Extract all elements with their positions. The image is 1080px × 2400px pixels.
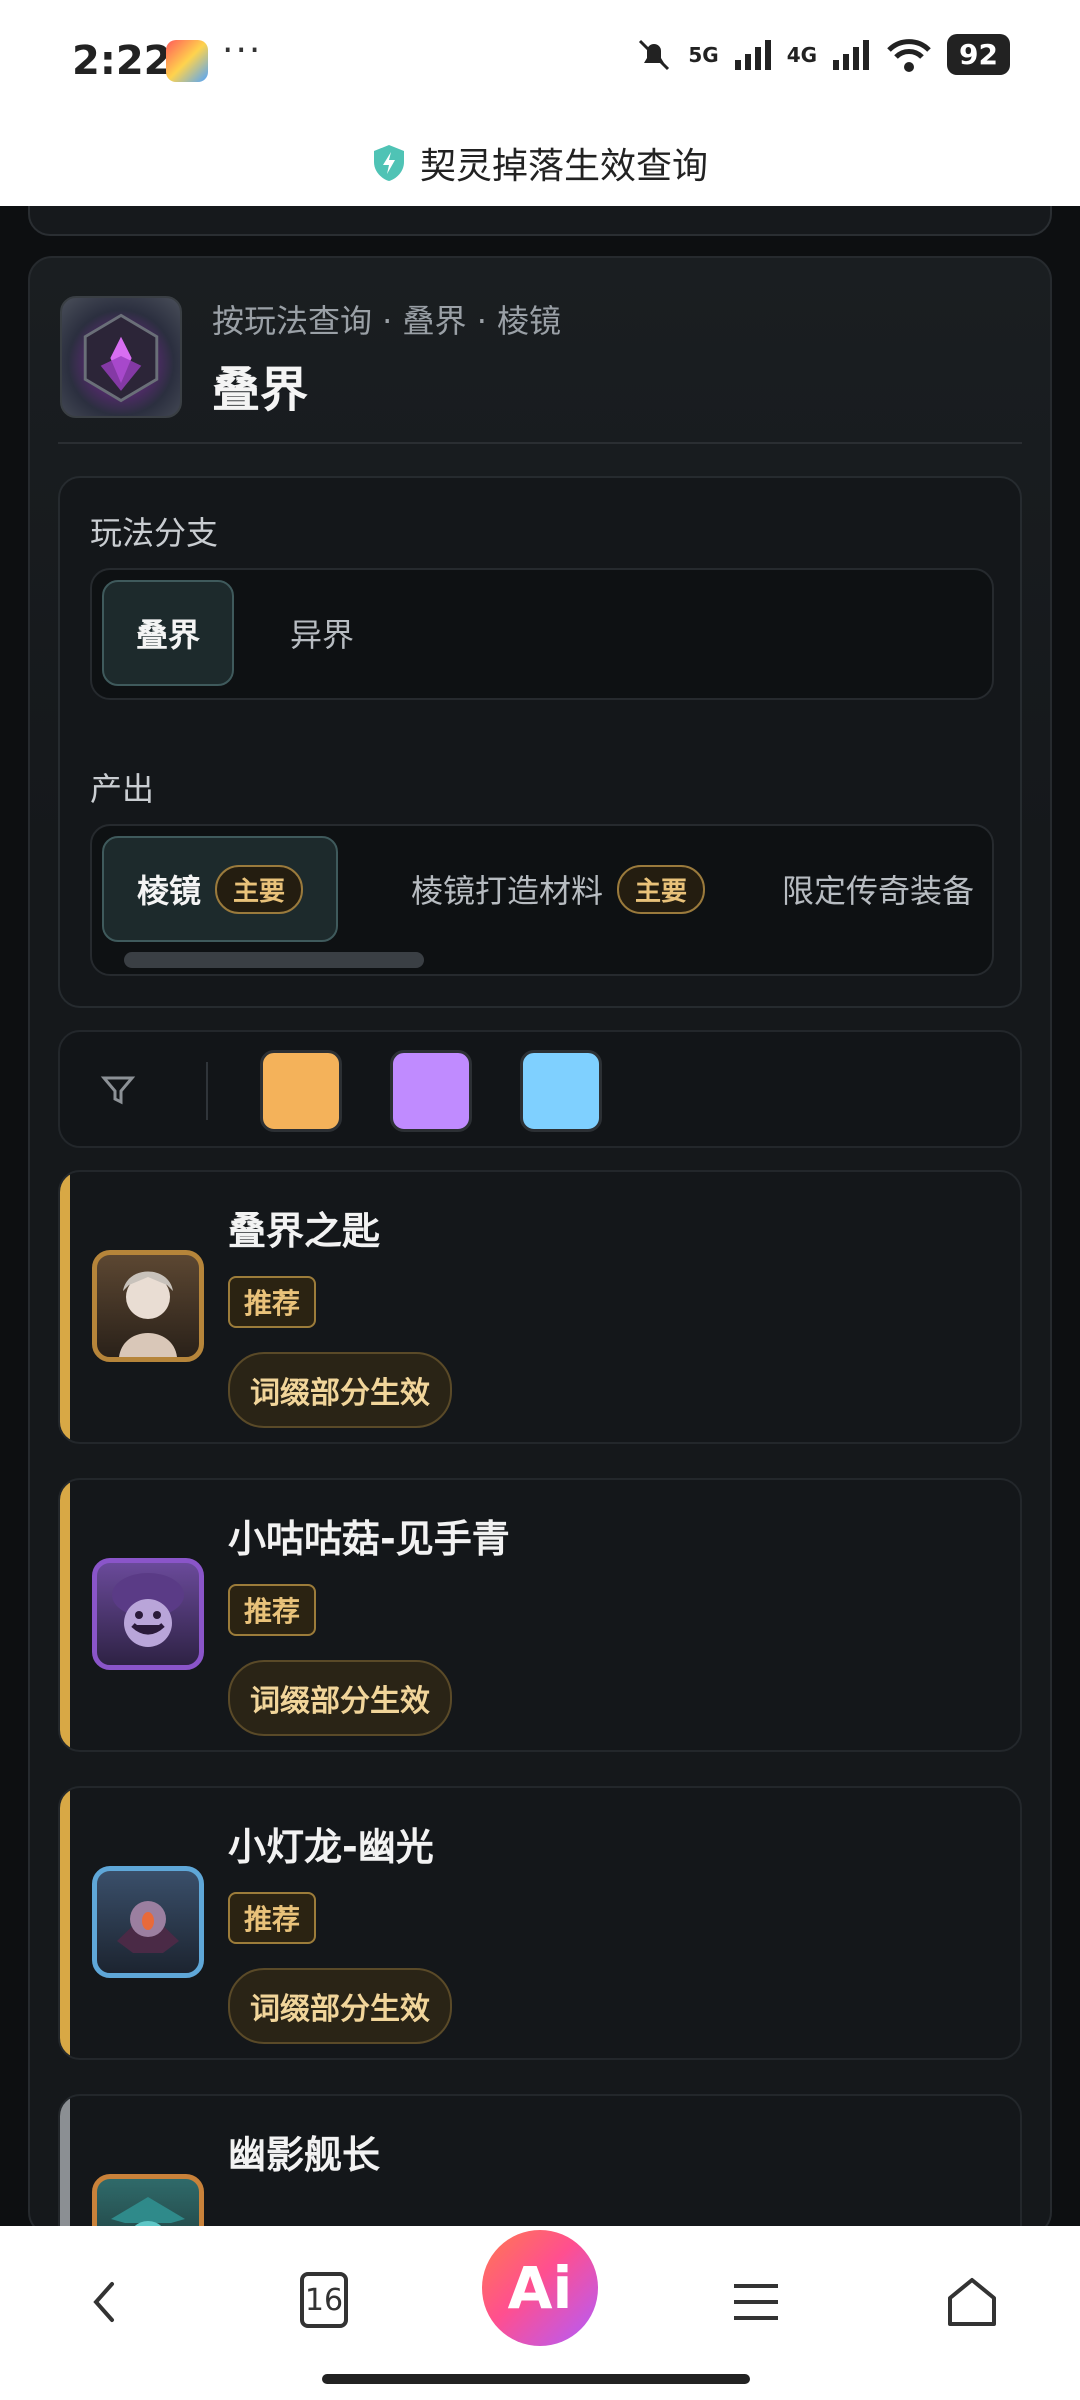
- ai-assistant-button[interactable]: Ai: [482, 2230, 598, 2346]
- output-tab-label: 棱镜打造材料: [410, 872, 603, 910]
- main-tag: 主要: [215, 864, 304, 914]
- mode-card: 按玩法查询 · 叠界 · 棱镜 叠界 玩法分支 叠界 异界 产出 棱镜 主要 棱…: [28, 256, 1052, 2226]
- item-card[interactable]: 小灯龙-幽光 推荐 词缀部分生效: [58, 1786, 1022, 2060]
- recommended-badge: 推荐: [228, 1276, 317, 1328]
- output-label: 产出: [90, 770, 155, 808]
- back-button[interactable]: [66, 2262, 146, 2342]
- chevron-left-icon: [93, 2282, 114, 2322]
- more-notifications-icon: ···: [222, 30, 263, 71]
- silent-bell-icon: [639, 39, 670, 70]
- output-tab-prism[interactable]: 棱镜 主要: [102, 836, 338, 942]
- item-name: 小灯龙-幽光: [228, 1825, 434, 1869]
- filter-panel: 玩法分支 叠界 异界 产出 棱镜 主要 棱镜打造材料 主要 限定传奇装备: [58, 476, 1022, 1008]
- status-bar: 2:22 ··· 5G 4G 92: [0, 0, 1080, 120]
- divider: [206, 1062, 208, 1120]
- rarity-swatch-blue[interactable]: [520, 1050, 602, 1132]
- recommended-badge: 推荐: [228, 1584, 317, 1636]
- signal-icon-2: [833, 39, 870, 70]
- bottom-navigation: 16 Ai: [0, 2226, 1080, 2400]
- item-avatar: [92, 1558, 204, 1670]
- card-accent: [60, 1172, 70, 1442]
- output-tab-label: 棱镜: [136, 872, 201, 910]
- mode-thumbnail: [60, 296, 182, 418]
- item-name: 小咕咕菇-见手青: [228, 1517, 510, 1561]
- divider: [58, 442, 1022, 444]
- signal-icon-1: [734, 39, 771, 70]
- branch-tab-dijie[interactable]: 叠界: [102, 580, 234, 686]
- previous-card-edge: [28, 206, 1052, 236]
- branch-segment: 叠界 异界: [90, 568, 994, 700]
- main-content[interactable]: 按玩法查询 · 叠界 · 棱镜 叠界 玩法分支 叠界 异界 产出 棱镜 主要 棱…: [0, 206, 1080, 2226]
- branch-tab-yijie[interactable]: 异界: [242, 580, 402, 686]
- output-scroller[interactable]: 棱镜 主要 棱镜打造材料 主要 限定传奇装备: [90, 824, 994, 976]
- page-title: 契灵掉落生效查询: [419, 146, 708, 187]
- card-accent: [60, 2096, 70, 2226]
- recommended-badge: 推荐: [228, 1892, 317, 1944]
- network-5g-label: 5G: [688, 42, 719, 67]
- rarity-swatch-orange[interactable]: [260, 1050, 342, 1132]
- branch-label: 玩法分支: [90, 514, 219, 552]
- item-card[interactable]: 小咕咕菇-见手青 推荐 词缀部分生效: [58, 1478, 1022, 1752]
- menu-button[interactable]: [716, 2262, 796, 2342]
- home-button[interactable]: [932, 2262, 1012, 2342]
- breadcrumb: 按玩法查询 · 叠界 · 棱镜: [212, 302, 562, 340]
- effect-pill: 词缀部分生效: [228, 1352, 452, 1428]
- network-4g-label: 4G: [786, 42, 818, 67]
- filter-icon[interactable]: [100, 1072, 136, 1108]
- item-avatar: [92, 2174, 204, 2226]
- app-notification-icon: [166, 40, 208, 82]
- menu-icon: [734, 2284, 778, 2320]
- rarity-swatch-purple[interactable]: [390, 1050, 472, 1132]
- card-accent: [60, 1788, 70, 2058]
- wifi-icon: [887, 38, 931, 72]
- card-accent: [60, 1480, 70, 1750]
- effect-pill: 词缀部分生效: [228, 1660, 452, 1736]
- item-avatar: [92, 1250, 204, 1362]
- output-tab-label: 限定传奇装备: [782, 872, 975, 910]
- rarity-filter-bar: [58, 1030, 1022, 1148]
- item-name: 幽影舰长: [228, 2133, 381, 2177]
- output-tab-legendary[interactable]: 限定传奇装备: [782, 836, 992, 942]
- home-icon: [948, 2278, 996, 2326]
- item-card[interactable]: 叠界之匙 推荐 词缀部分生效: [58, 1170, 1022, 1444]
- shield-icon: [373, 145, 404, 181]
- mode-title: 叠界: [212, 362, 309, 418]
- status-time: 2:22: [72, 38, 172, 84]
- main-tag: 主要: [617, 864, 706, 914]
- item-name: 叠界之匙: [228, 1209, 381, 1253]
- title-bar: 契灵掉落生效查询: [0, 120, 1080, 206]
- effect-pill: 词缀部分生效: [228, 1968, 452, 2044]
- item-avatar: [92, 1866, 204, 1978]
- horizontal-scrollbar[interactable]: [124, 952, 424, 968]
- battery-indicator: 92: [947, 34, 1010, 75]
- home-indicator[interactable]: [322, 2374, 750, 2384]
- output-tab-prism-materials[interactable]: 棱镜打造材料 主要: [378, 836, 738, 942]
- tabs-button[interactable]: 16: [300, 2272, 348, 2328]
- item-card[interactable]: 幽影舰长: [58, 2094, 1022, 2226]
